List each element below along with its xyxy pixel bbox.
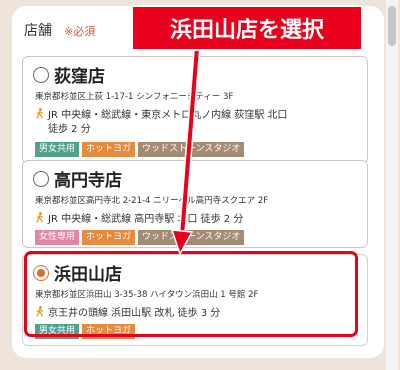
store-tags: 男女共用 ホットヨガ ウッドストーンスタジオ bbox=[35, 142, 245, 157]
required-label: ※必須 bbox=[64, 25, 96, 38]
highlight-box bbox=[24, 251, 358, 337]
scrollbar-thumb[interactable] bbox=[388, 6, 396, 46]
tag-unisex: 男女共用 bbox=[35, 142, 80, 157]
store-access: JR 中央線・総武線・東京メトロ丸ノ内線 荻窪駅 北口 bbox=[35, 106, 287, 121]
store-option-ogikubo[interactable]: 荻窪店 東京都杉並区上荻 1-17-1 シンフォニーシティー 3F JR 中央線… bbox=[22, 56, 368, 164]
tag-wood-stone-studio: ウッドストーンスタジオ bbox=[138, 142, 245, 157]
walker-icon bbox=[36, 108, 44, 119]
tag-hot-yoga: ホットヨガ bbox=[82, 230, 136, 245]
store-access-text: JR 中央線・総武線 高円寺駅 北口 徒歩 2 分 bbox=[48, 214, 244, 225]
store-address: 東京都杉並区高円寺北 2-21-4 ニリーベル高円寺スクエア 2F bbox=[35, 196, 269, 206]
store-name: 荻窪店 bbox=[54, 67, 105, 87]
radio-koenji[interactable] bbox=[33, 171, 49, 187]
radio-ogikubo[interactable] bbox=[33, 67, 49, 83]
tag-women-only: 女性専用 bbox=[35, 230, 80, 245]
store-name: 高円寺店 bbox=[54, 171, 122, 191]
scrollbar[interactable] bbox=[386, 0, 398, 370]
annotation-callout: 浜田山店を選択 bbox=[133, 7, 361, 49]
store-tags: 女性専用 ホットヨガ ウッドストーンスタジオ bbox=[35, 230, 245, 245]
section-title: 店舗 bbox=[24, 23, 52, 39]
tag-wood-stone-studio: ウッドストーンスタジオ bbox=[138, 230, 245, 245]
tag-hot-yoga: ホットヨガ bbox=[82, 142, 136, 157]
store-access: JR 中央線・総武線 高円寺駅 北口 徒歩 2 分 bbox=[35, 210, 243, 225]
store-access-cont: 徒歩 2 分 bbox=[48, 124, 91, 135]
store-option-koenji[interactable]: 高円寺店 東京都杉並区高円寺北 2-21-4 ニリーベル高円寺スクエア 2F J… bbox=[22, 160, 368, 248]
walker-icon bbox=[36, 212, 44, 223]
store-address: 東京都杉並区上荻 1-17-1 シンフォニーシティー 3F bbox=[35, 92, 234, 102]
